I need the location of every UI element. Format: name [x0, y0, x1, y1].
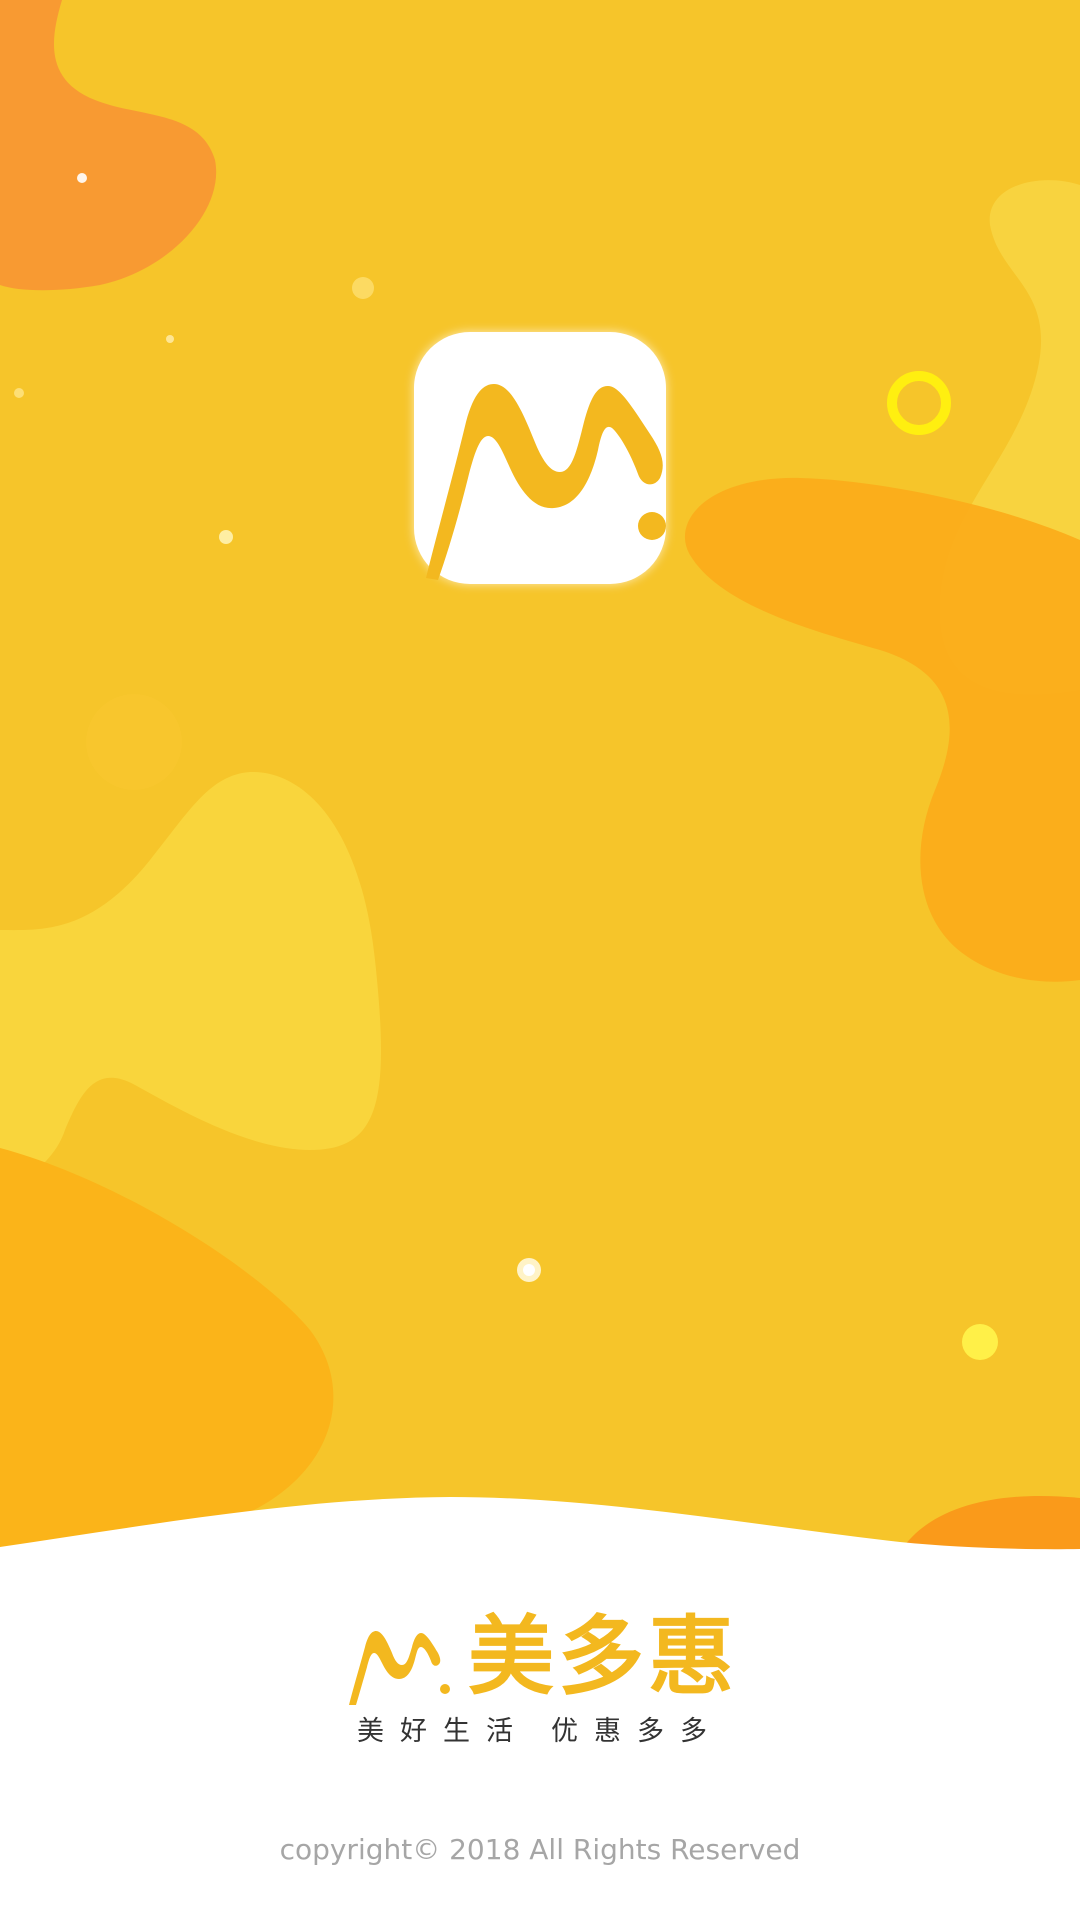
brand-logo-icon	[349, 1631, 450, 1705]
faint-circle	[86, 694, 182, 790]
sparkle-dot	[166, 335, 174, 343]
slogan-right: 优惠多多	[551, 1716, 723, 1747]
copyright-text: copyright© 2018 All Rights Reserved	[279, 1833, 801, 1866]
brand-lockup: 美多惠	[0, 1605, 1080, 1707]
sparkle-dot	[77, 173, 87, 183]
glow-dot-core	[523, 1264, 535, 1276]
yellow-dot	[962, 1324, 998, 1360]
app-icon	[414, 332, 666, 584]
sparkle-dot	[14, 388, 24, 398]
splash-screen: 美多惠 美好生活 优惠多多 copyright© 2018 All Rights …	[0, 0, 1080, 1920]
sparkle-dot	[352, 277, 374, 299]
slogan-left: 美好生活	[357, 1716, 529, 1747]
brand-name: 美多惠	[468, 1607, 738, 1707]
slogan: 美好生活 优惠多多	[0, 1712, 1080, 1752]
sparkle-dot	[219, 530, 233, 544]
m-logo-icon	[426, 384, 666, 580]
